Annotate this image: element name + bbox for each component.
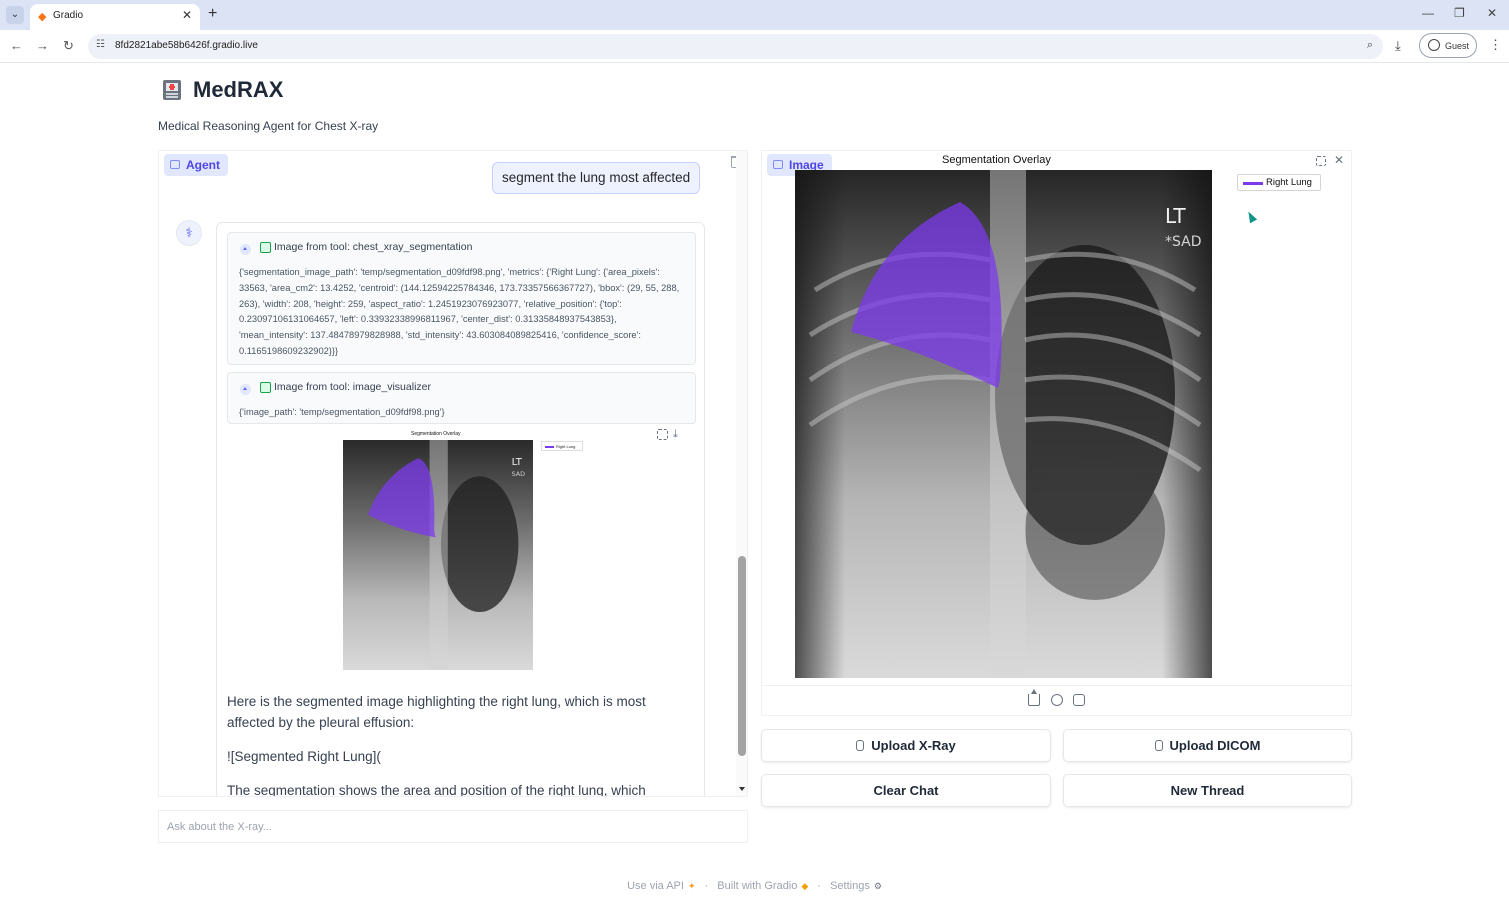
upload-xray-label: Upload X-Ray — [871, 738, 956, 753]
tab-title: Gradio — [53, 10, 84, 21]
browser-tab[interactable]: ◆ Gradio ✕ — [30, 4, 200, 30]
figure-legend: Right Lung — [1237, 174, 1321, 191]
file-icon — [1154, 740, 1163, 751]
minimize-icon[interactable]: — — [1422, 6, 1434, 20]
address-bar[interactable]: ☷ 8fd2821abe58b6426f.gradio.live ⌕ — [88, 34, 1383, 59]
tab-close-icon[interactable]: ✕ — [182, 8, 192, 22]
legend-label: Right Lung — [1266, 177, 1312, 188]
reload-icon[interactable]: ↻ — [63, 38, 74, 54]
app-title: MedRAX — [193, 77, 284, 102]
tool-title: Image from tool: image_visualizer — [274, 381, 431, 393]
footer: Use via API ✦ · Built with Gradio ◆ · Sett… — [627, 880, 882, 892]
svg-text:LT: LT — [512, 457, 523, 468]
image-icon — [773, 160, 783, 169]
mouse-cursor-icon — [1244, 209, 1258, 224]
tool-call-segmentation[interactable]: Image from tool: chest_xray_segmentation… — [227, 232, 696, 365]
gear-icon: ⚙ — [873, 881, 882, 891]
site-settings-icon[interactable]: ☷ — [96, 39, 105, 50]
upload-dicom-button[interactable]: Upload DICOM — [1063, 729, 1352, 762]
chat-input[interactable]: Ask about the X-ray... — [158, 810, 748, 843]
bot-avatar-icon: ⚕ — [176, 220, 202, 246]
upload-xray-button[interactable]: Upload X-Ray — [761, 729, 1051, 762]
rocket-icon: ✦ — [687, 881, 696, 891]
agent-label-text: Agent — [186, 158, 220, 172]
profile-button[interactable]: Guest — [1419, 33, 1477, 58]
browser-toolbar: ← → ↻ ☷ 8fd2821abe58b6426f.gradio.live ⌕… — [0, 30, 1509, 63]
chat-icon — [170, 160, 180, 169]
tool-output: {'segmentation_image_path': 'temp/segmen… — [239, 267, 680, 356]
gradio-logo-icon: ◆ — [801, 881, 809, 891]
new-thread-button[interactable]: New Thread — [1063, 774, 1352, 807]
upload-icon — [856, 740, 865, 751]
legend-swatch — [1243, 182, 1263, 185]
figure-title: Segmentation Overlay — [942, 154, 1051, 166]
agent-label: Agent — [164, 154, 228, 176]
browser-menu-icon[interactable]: ⋮ — [1489, 37, 1502, 53]
settings-link[interactable]: Settings — [830, 880, 870, 892]
restore-icon[interactable]: ❐ — [1454, 6, 1465, 20]
zoom-icon[interactable]: ⌕ — [1367, 39, 1373, 52]
collapse-toggle-icon[interactable] — [240, 384, 251, 395]
inline-xray-image: LT SAD — [343, 440, 533, 670]
xray-image[interactable]: LT *SAD — [795, 170, 1212, 678]
bot-text-paragraph: The segmentation shows the area and posi… — [227, 783, 646, 797]
marker-lt: LT — [1165, 204, 1186, 228]
bot-text-paragraph: ![Segmented Right Lung]( — [227, 749, 381, 764]
fullscreen-icon[interactable] — [1316, 156, 1326, 166]
clear-chat-button[interactable]: Clear Chat — [761, 774, 1051, 807]
profile-label: Guest — [1445, 41, 1470, 51]
browser-tab-bar: ⌄ ◆ Gradio ✕ + — ❐ ✕ — [0, 0, 1509, 30]
tool-output: {'image_path': 'temp/segmentation_d09fdf… — [239, 407, 445, 417]
built-with-gradio-link[interactable]: Built with Gradio — [717, 880, 797, 892]
svg-text:SAD: SAD — [512, 471, 526, 478]
gradio-favicon-icon: ◆ — [38, 11, 47, 23]
window-close-icon[interactable]: ✕ — [1487, 6, 1497, 20]
image-source-bar — [762, 685, 1351, 716]
clipboard-source-icon[interactable] — [1073, 694, 1085, 706]
collapse-toggle-icon[interactable] — [240, 244, 251, 255]
inline-figure: Segmentation Overlay LT SAD Right Lung — [343, 431, 585, 671]
upload-dicom-label: Upload DICOM — [1169, 738, 1261, 753]
bot-text-paragraph: Here is the segmented image highlighting… — [227, 694, 646, 730]
clear-image-icon[interactable]: ✕ — [1334, 154, 1344, 166]
upload-source-icon[interactable] — [1028, 689, 1040, 706]
chat-panel: Agent segment the lung most affected ⚕ I… — [158, 150, 748, 797]
tab-search-chevron-icon[interactable]: ⌄ — [6, 6, 24, 24]
fullscreen-icon[interactable] — [657, 429, 668, 440]
webcam-source-icon[interactable] — [1051, 694, 1063, 706]
chat-scrollbar-thumb[interactable] — [738, 556, 746, 756]
tool-title: Image from tool: chest_xray_segmentation — [274, 241, 473, 253]
scroll-down-icon[interactable] — [739, 787, 745, 791]
image-emoji-icon — [260, 242, 271, 253]
url-text[interactable]: 8fd2821abe58b6426f.gradio.live — [115, 40, 258, 51]
marker-sad: *SAD — [1165, 234, 1202, 250]
profile-icon — [1428, 39, 1440, 51]
download-icon[interactable]: ⤓ — [1395, 38, 1401, 54]
use-api-link[interactable]: Use via API — [627, 880, 684, 892]
back-icon[interactable]: ← — [10, 38, 23, 54]
forward-icon[interactable]: → — [36, 38, 49, 54]
tool-call-visualizer[interactable]: Image from tool: image_visualizer {'imag… — [227, 372, 696, 424]
inline-result-image[interactable]: Segmentation Overlay LT SAD Right Lung ⤓ — [227, 428, 696, 675]
app-subtitle: Medical Reasoning Agent for Chest X-ray — [158, 119, 379, 133]
bot-message: Image from tool: chest_xray_segmentation… — [216, 222, 705, 797]
user-message: segment the lung most affected — [492, 162, 701, 194]
image-emoji-icon — [260, 382, 271, 393]
inline-figure-title: Segmentation Overlay — [411, 431, 461, 437]
new-tab-icon[interactable]: + — [208, 4, 217, 24]
image-panel: Image Segmentation Overlay LT *SAD Right… — [761, 150, 1352, 716]
inline-figure-legend: Right Lung — [541, 441, 583, 451]
app-logo-icon — [163, 80, 181, 100]
download-image-icon[interactable]: ⤓ — [673, 428, 678, 440]
